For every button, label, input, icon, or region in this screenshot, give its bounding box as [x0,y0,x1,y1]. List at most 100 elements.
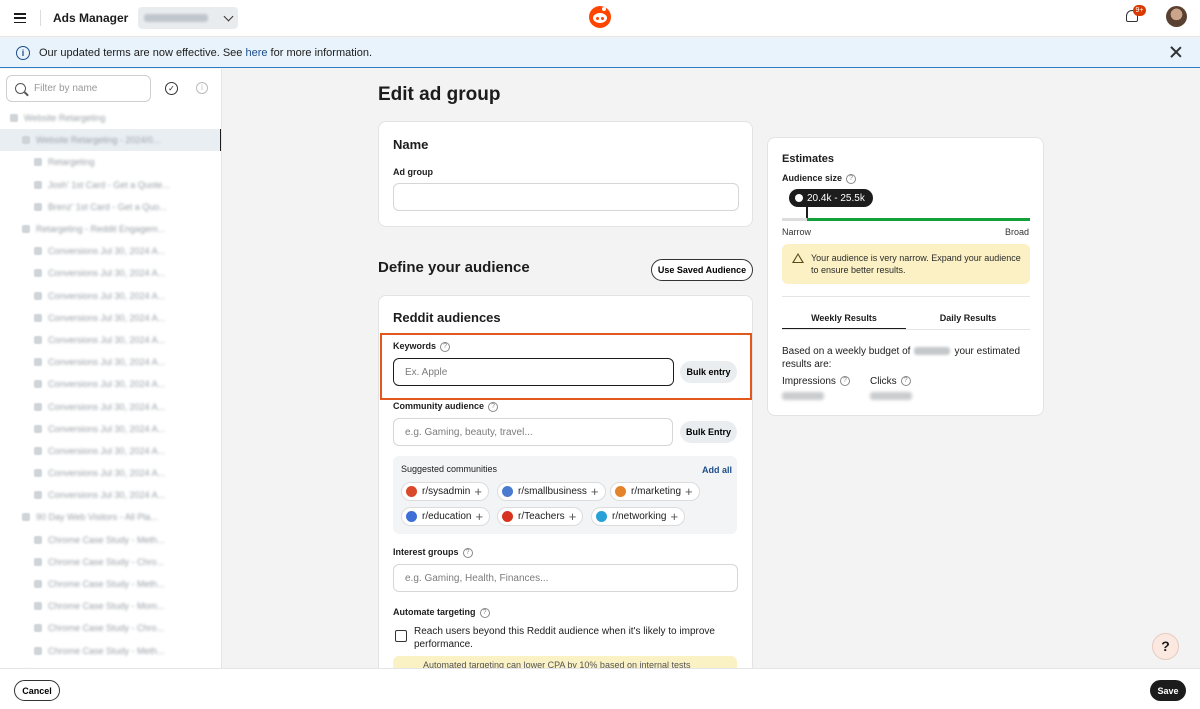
help-icon[interactable]: ? [900,376,911,387]
sidebar-tree-item[interactable]: Website Retargeting [0,107,221,129]
tab-weekly-results[interactable]: Weekly Results [782,308,906,330]
close-icon[interactable] [1170,46,1182,58]
range-track [782,218,1030,221]
sidebar-tree-item[interactable]: Retargeting [0,151,221,173]
sidebar-tree-item[interactable]: Conversions Jul 30, 2024 A... [0,440,221,462]
item-icon [34,469,42,478]
help-icon[interactable]: ? [839,376,850,387]
sidebar-tree-item[interactable]: Conversions Jul 30, 2024 A... [0,418,221,440]
community-chip[interactable]: r/smallbusiness + [497,482,606,501]
item-icon [34,624,42,633]
sidebar-tree-item[interactable]: Chrome Case Study - Meth... [0,573,221,595]
save-button[interactable]: Save [1150,680,1186,701]
sidebar-tree-label: Conversions Jul 30, 2024 A... [48,379,166,390]
help-icon[interactable]: ? [479,607,490,618]
sidebar-tree-item[interactable]: Conversions Jul 30, 2024 A... [0,285,221,307]
community-icon [502,511,513,522]
item-icon [34,313,42,322]
sidebar-tree-item[interactable]: Conversions Jul 30, 2024 A... [0,329,221,351]
sidebar-tree-item[interactable]: Chrome Case Study - Chro... [0,617,221,639]
interest-groups-label: Interest groups? [393,547,473,558]
item-icon [34,335,42,344]
automate-targeting-text: Reach users beyond this Reddit audience … [414,626,715,650]
community-chip[interactable]: r/marketing + [610,482,700,501]
account-selector[interactable] [138,7,239,29]
community-chip[interactable]: r/Teachers + [497,507,584,526]
help-icon[interactable]: ? [846,173,857,184]
community-name: r/smallbusiness [518,486,587,497]
sidebar-tree-label: Chrome Case Study - Meth... [48,534,165,545]
search-icon [15,83,26,94]
interest-groups-input[interactable] [393,564,738,592]
community-chip[interactable]: r/education + [401,507,491,526]
help-icon[interactable]: ? [488,401,499,412]
sidebar-tree-item[interactable]: Website Retargeting - 2024/0... [0,129,221,152]
suggested-label: Suggested communities [401,464,498,474]
section-title: Define your audience [378,259,530,276]
sidebar-tree-item[interactable]: Chrome Case Study - Meth... [0,529,221,551]
estimates-title: Estimates [782,153,834,165]
item-icon [10,114,18,123]
sidebar-tree-item[interactable]: Conversions Jul 30, 2024 A... [0,484,221,506]
filter-input[interactable] [34,83,144,94]
tab-daily-results[interactable]: Daily Results [906,308,1030,330]
sidebar-tree-label: Conversions Jul 30, 2024 A... [48,246,166,257]
sidebar-tree-item[interactable]: Chrome Case Study - Meth... [0,640,221,662]
automate-note: Automated targeting can lower CPA by 10%… [393,656,737,668]
community-name: r/education [422,511,472,522]
sidebar-tree-item[interactable]: Conversions Jul 30, 2024 A... [0,395,221,417]
item-icon [22,225,30,234]
filter-box[interactable] [6,75,151,102]
sidebar-tree-item[interactable]: 90 Day Web Visitors - All Pla... [0,506,221,528]
sidebar-tree-item[interactable]: Chrome Case Study - Mom... [0,595,221,617]
community-chip[interactable]: r/networking + [591,507,686,526]
sidebar-tree-item[interactable]: Conversions Jul 30, 2024 A... [0,262,221,284]
sidebar-tree-item[interactable]: Brenz' 1st Card - Get a Quo... [0,196,221,218]
sidebar-tree-item[interactable]: Conversions Jul 30, 2024 A... [0,373,221,395]
banner-link[interactable]: here [245,47,267,59]
community-chip[interactable]: r/sysadmin + [401,482,489,501]
avatar[interactable] [1166,6,1187,27]
plus-icon: + [475,508,484,524]
sidebar-tree-item[interactable]: Retargeting - Reddit Engagem... [0,218,221,240]
use-saved-audience-button[interactable]: Use Saved Audience [651,259,753,281]
tab-underline [782,329,1030,330]
item-icon [34,269,42,278]
community-bulk-entry-button[interactable]: Bulk Entry [680,421,737,443]
page-title: Edit ad group [378,84,501,105]
cancel-button[interactable]: Cancel [14,680,60,701]
audience-range-badge: 20.4k - 25.5k [789,189,873,207]
sidebar-tree-item[interactable]: Chrome Case Study - Chro... [0,551,221,573]
notification-badge: 9+ [1133,5,1146,16]
sidebar-tree-label: Chrome Case Study - Meth... [48,579,165,590]
sidebar-tree-label: Chrome Case Study - Chro... [48,623,165,634]
range-fill [806,218,1030,221]
ad-group-input[interactable] [393,183,739,211]
sidebar-tree-label: Josh' 1st Card - Get a Quote... [48,179,170,190]
sidebar-tree-item[interactable]: Conversions Jul 30, 2024 A... [0,351,221,373]
check-circle-icon[interactable]: ✓ [165,82,178,95]
item-icon [34,180,42,189]
menu-icon[interactable] [14,13,26,23]
item-icon [34,580,42,589]
clicks-label: Clicks? [870,376,911,387]
broad-label: Broad [1004,227,1029,237]
sidebar-tree-item[interactable]: Conversions Jul 30, 2024 A... [0,240,221,262]
help-button[interactable]: ? [1152,633,1179,660]
item-icon [34,402,42,411]
community-icon [502,486,513,497]
automate-targeting-checkbox[interactable] [395,630,407,642]
sidebar-tree-label: Conversions Jul 30, 2024 A... [48,423,166,434]
community-input[interactable] [393,418,673,446]
sidebar-tree-item[interactable]: Conversions Jul 30, 2024 A... [0,462,221,484]
sidebar-tree-label: Conversions Jul 30, 2024 A... [48,357,166,368]
sidebar-tree-item[interactable]: Josh' 1st Card - Get a Quote... [0,174,221,196]
add-all-link[interactable]: Add all [702,465,732,475]
help-icon[interactable]: ? [462,547,473,558]
plus-icon: + [474,483,482,499]
info-icon[interactable]: i [196,82,208,94]
chevron-down-icon [223,11,234,21]
item-icon [34,646,42,655]
sidebar-tree-item[interactable]: Conversions Jul 30, 2024 A... [0,307,221,329]
reddit-logo-icon[interactable] [589,6,611,28]
